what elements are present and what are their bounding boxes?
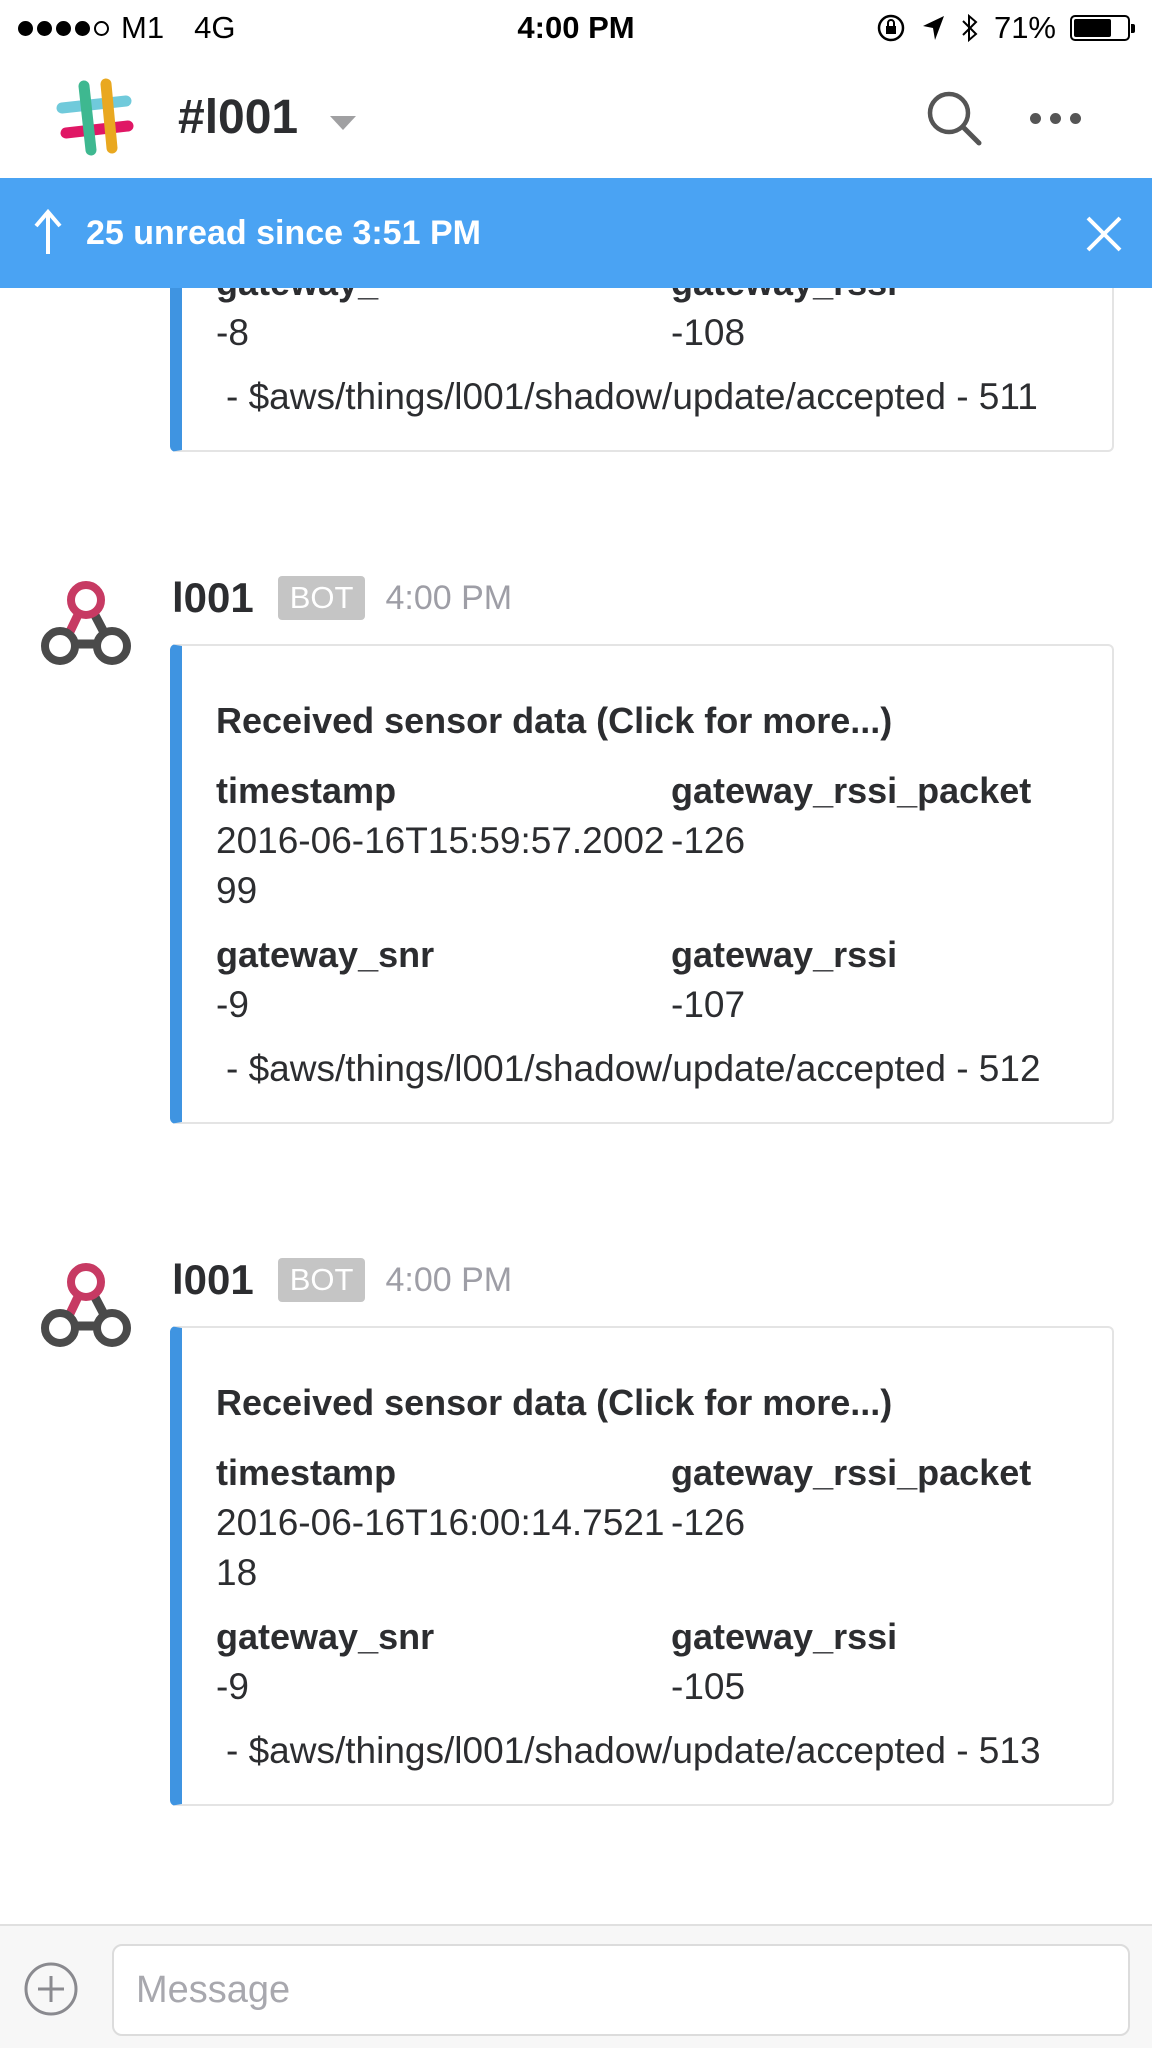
attachment-field: gateway_rssi_packet -126: [671, 766, 1091, 916]
message-composer: [0, 1924, 1152, 2048]
field-label: gateway_rssi_packet: [671, 1452, 1032, 1493]
bot-badge: BOT: [277, 576, 366, 620]
field-value: -126: [671, 1502, 746, 1543]
attachment-field: gateway_rssi -108: [671, 288, 1091, 358]
message-input[interactable]: [112, 1944, 1130, 2036]
attachment-field: gateway_snr -9: [216, 930, 671, 1030]
message-attachment[interactable]: Received sensor data (Click for more...)…: [170, 644, 1114, 1124]
message-header: l001 BOT 4:00 PM: [172, 574, 512, 622]
attachment-title[interactable]: Received sensor data (Click for more...): [216, 1382, 1090, 1448]
add-attachment-icon[interactable]: [22, 1960, 80, 2018]
field-value: -8: [216, 312, 249, 353]
field-value: -126: [671, 820, 746, 861]
message-feed[interactable]: gateway_ -8 gateway_rssi -108 - $aws/thi…: [0, 288, 1152, 1924]
field-label: timestamp: [216, 770, 397, 811]
field-label: gateway_rssi: [671, 934, 898, 975]
attachment-field: gateway_rssi_packet -126: [671, 1448, 1091, 1598]
attachment-footer: - $aws/things/l001/shadow/update/accepte…: [226, 1048, 1041, 1089]
field-value: -107: [671, 984, 746, 1025]
attachment-field: gateway_rssi -107: [671, 930, 1091, 1030]
slack-logo-icon[interactable]: [54, 78, 134, 158]
bluetooth-icon: [962, 13, 978, 43]
location-arrow-icon: [922, 16, 944, 40]
field-value: -9: [216, 984, 249, 1025]
arrow-up-icon: [34, 208, 62, 254]
channel-header: #l001: [0, 58, 1152, 178]
bot-badge: BOT: [277, 1258, 366, 1302]
field-label: gateway_: [216, 288, 671, 308]
battery-icon: [1070, 15, 1135, 41]
message-timestamp: 4:00 PM: [385, 1260, 513, 1299]
chevron-down-icon[interactable]: [330, 116, 356, 130]
field-value: -9: [216, 1666, 249, 1707]
attachment-field: timestamp 2016-06-16T15:59:57.200299: [216, 766, 671, 916]
message-header: l001 BOT 4:00 PM: [172, 1256, 512, 1304]
attachment-footer: - $aws/things/l001/shadow/update/accepte…: [226, 1730, 1041, 1771]
message-timestamp: 4:00 PM: [385, 578, 513, 617]
attachment-footer: - $aws/things/l001/shadow/update/accepte…: [226, 376, 1038, 417]
attachment-field: timestamp 2016-06-16T16:00:14.752118: [216, 1448, 671, 1598]
attachment-field: gateway_ -8: [216, 288, 671, 358]
field-value: 2016-06-16T15:59:57.200299: [216, 820, 665, 911]
channel-title[interactable]: #l001: [178, 90, 298, 145]
message-attachment[interactable]: gateway_ -8 gateway_rssi -108 - $aws/thi…: [170, 288, 1114, 452]
field-label: gateway_rssi_packet: [671, 770, 1032, 811]
field-label: gateway_rssi: [671, 288, 1091, 308]
webhook-avatar-icon[interactable]: [36, 1260, 136, 1360]
field-label: gateway_snr: [216, 934, 435, 975]
close-icon[interactable]: [1084, 214, 1124, 254]
message-attachment[interactable]: Received sensor data (Click for more...)…: [170, 1326, 1114, 1806]
field-value: -105: [671, 1666, 746, 1707]
battery-percentage: 71%: [993, 10, 1056, 45]
status-bar: M1 4G 4:00 PM 71%: [0, 0, 1152, 58]
field-label: gateway_snr: [216, 1616, 435, 1657]
unread-banner-text: 25 unread since 3:51 PM: [86, 214, 481, 252]
webhook-avatar-icon[interactable]: [36, 578, 136, 678]
message-author[interactable]: l001: [172, 1256, 254, 1304]
unread-banner[interactable]: 25 unread since 3:51 PM: [0, 178, 1152, 288]
field-label: gateway_rssi: [671, 1616, 898, 1657]
attachment-title[interactable]: Received sensor data (Click for more...): [216, 700, 1090, 766]
search-icon[interactable]: [924, 88, 984, 148]
orientation-lock-icon: [877, 14, 905, 42]
attachment-field: gateway_rssi -105: [671, 1612, 1091, 1712]
field-value: -108: [671, 312, 746, 353]
attachment-field: gateway_snr -9: [216, 1612, 671, 1712]
field-value: 2016-06-16T16:00:14.752118: [216, 1502, 665, 1593]
more-options-icon[interactable]: [1030, 108, 1090, 128]
field-label: timestamp: [216, 1452, 397, 1493]
message-author[interactable]: l001: [172, 574, 254, 622]
